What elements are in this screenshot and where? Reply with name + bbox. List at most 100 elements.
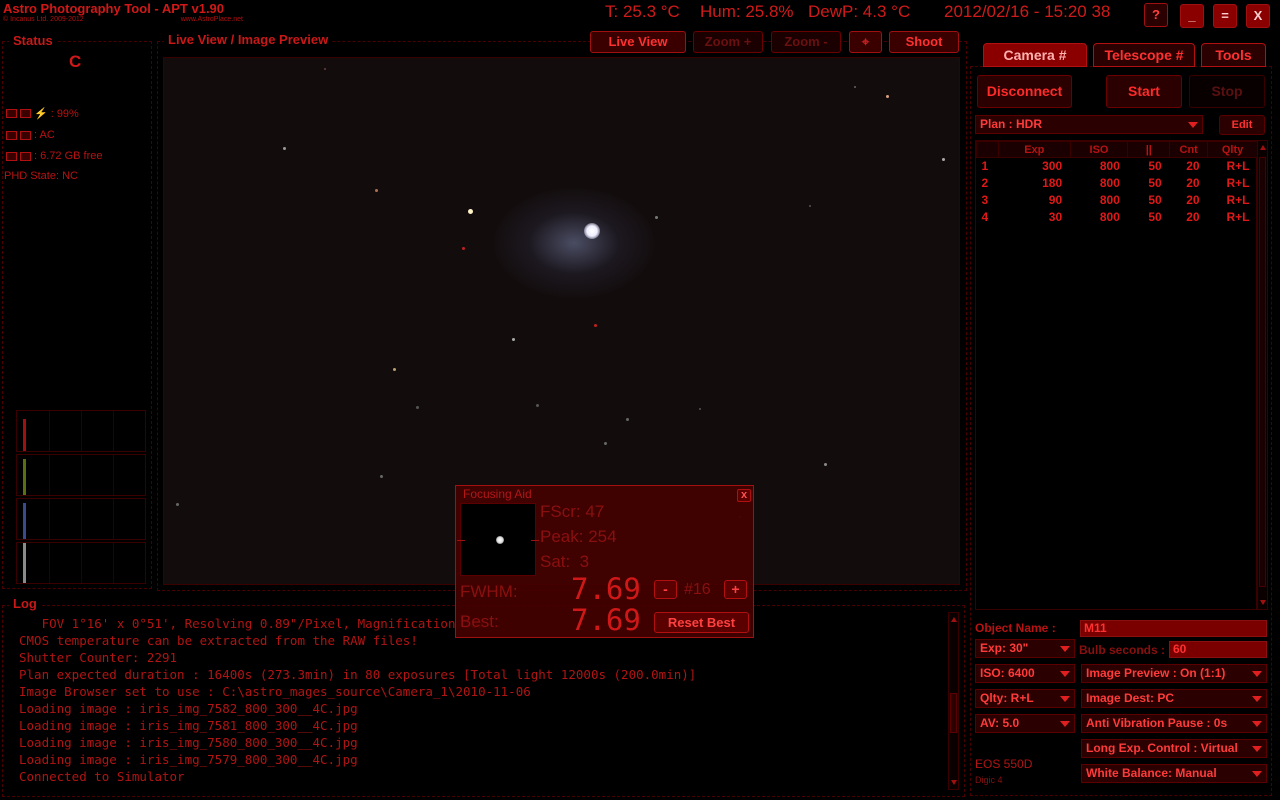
table-row[interactable]: 3 90 800 50 20 R+L	[977, 192, 1258, 209]
crosshair-button[interactable]: ⌖	[849, 31, 882, 53]
aperture-dropdown[interactable]: AV: 5.0	[975, 714, 1075, 733]
fwhm-plus-button[interactable]: +	[724, 580, 747, 599]
anti-vibration-dropdown[interactable]: Anti Vibration Pause : 0s	[1081, 714, 1267, 733]
chevron-down-icon	[1252, 721, 1262, 727]
bulb-seconds-input[interactable]: 60	[1169, 641, 1267, 658]
star	[536, 404, 539, 407]
iso-dropdown[interactable]: ISO: 6400	[975, 664, 1075, 683]
log-line: Shutter Counter: 2291	[19, 650, 178, 665]
cell: 50	[1148, 210, 1162, 224]
chevron-down-icon	[1060, 721, 1070, 727]
chevron-down-icon	[1252, 671, 1262, 677]
star	[824, 463, 827, 466]
object-name-input[interactable]: M11	[1080, 620, 1267, 637]
star	[468, 209, 473, 214]
exposure-dropdown[interactable]: Exp: 30"	[975, 639, 1075, 658]
chevron-down-icon	[1252, 696, 1262, 702]
star	[380, 475, 383, 478]
scroll-down-icon[interactable]	[951, 780, 957, 785]
plan-scrollbar[interactable]	[1257, 140, 1268, 610]
live-view-button[interactable]: Live View	[590, 31, 686, 53]
star	[594, 324, 597, 327]
cell: 800	[1099, 193, 1120, 207]
plan-dropdown[interactable]: Plan : HDR	[975, 115, 1203, 134]
col-header	[976, 141, 999, 158]
anti-vibration-value: Anti Vibration Pause : 0s	[1086, 716, 1228, 730]
zoom-in-button[interactable]: Zoom +	[693, 31, 763, 53]
cell: 800	[1099, 176, 1120, 190]
scroll-down-icon[interactable]	[1260, 600, 1266, 605]
star	[942, 158, 945, 161]
best-value: 7.69	[571, 603, 641, 637]
log-title: Log	[9, 596, 41, 611]
cell: 30	[1048, 210, 1063, 224]
long-exp-dropdown[interactable]: Long Exp. Control : Virtual	[1081, 739, 1267, 758]
focusing-aid-close-button[interactable]: x	[737, 489, 751, 502]
aperture-value: AV: 5.0	[980, 716, 1020, 730]
plan-table: Exp ISO || Cnt Qlty 1 300 800 50 20 R+L …	[976, 141, 1258, 226]
close-button[interactable]: X	[1246, 4, 1270, 28]
scroll-up-icon[interactable]	[951, 617, 957, 622]
image-dest-dropdown[interactable]: Image Dest: PC	[1081, 689, 1267, 708]
log-scrollbar[interactable]	[948, 612, 959, 790]
peak-value: Peak: 254	[540, 527, 617, 546]
col-header: Cnt	[1169, 141, 1209, 158]
start-button[interactable]: Start	[1106, 75, 1182, 108]
cell: 20	[1186, 159, 1200, 174]
chevron-down-icon	[1252, 771, 1262, 777]
disk-status: : 6.72 GB free	[6, 150, 102, 162]
star	[462, 247, 465, 250]
power-value: : AC	[34, 129, 55, 141]
tab-camera[interactable]: Camera #	[983, 43, 1087, 67]
fwhm-count: #16	[684, 581, 711, 598]
image-preview-dropdown[interactable]: Image Preview : On (1:1)	[1081, 664, 1267, 683]
tab-telescope[interactable]: Telescope #	[1093, 43, 1195, 67]
table-row[interactable]: 4 30 800 50 20 R+L	[977, 209, 1258, 226]
stop-button[interactable]: Stop	[1189, 75, 1265, 108]
camera-icon	[6, 130, 17, 140]
zoom-out-button[interactable]: Zoom -	[771, 31, 841, 53]
star	[416, 406, 419, 409]
help-button[interactable]: ?	[1144, 3, 1168, 27]
quality-dropdown[interactable]: Qlty: R+L	[975, 689, 1075, 708]
humidity-readout: Hum: 25.8%	[700, 2, 794, 21]
plan-edit-button[interactable]: Edit	[1219, 115, 1265, 135]
minimize-button[interactable]: _	[1180, 4, 1204, 28]
log-scroll-thumb[interactable]	[950, 693, 957, 733]
star	[854, 86, 856, 88]
quality-value: Qlty: R+L	[980, 691, 1034, 705]
reset-best-button[interactable]: Reset Best	[654, 612, 749, 633]
cell: 1	[981, 159, 989, 174]
star	[604, 442, 607, 445]
cell: 50	[1148, 176, 1162, 190]
tab-tools[interactable]: Tools	[1201, 43, 1266, 67]
camera-digic: Digic 4	[975, 775, 1003, 785]
star	[375, 189, 378, 192]
cell: 4	[981, 210, 989, 224]
shoot-button[interactable]: Shoot	[889, 31, 959, 53]
white-balance-dropdown[interactable]: White Balance: Manual	[1081, 764, 1267, 783]
cell: 20	[1186, 193, 1200, 207]
table-row[interactable]: 2 180 800 50 20 R+L	[977, 175, 1258, 192]
disconnect-button[interactable]: Disconnect	[977, 75, 1072, 108]
fwhm-minus-button[interactable]: -	[654, 580, 677, 599]
histogram-blue	[16, 498, 146, 540]
table-row[interactable]: 1 300 800 50 20 R+L	[977, 158, 1258, 175]
star	[886, 95, 889, 98]
crosshair-icon: ⌖	[861, 34, 870, 49]
temperature-readout: T: 25.3 °C	[605, 2, 680, 21]
col-header: Qlty	[1207, 141, 1258, 158]
datetime-readout: 2012/02/16 - 15:20 38	[944, 2, 1111, 21]
plan-selected: Plan : HDR	[980, 117, 1043, 131]
log-line: Image Browser set to use : C:\astro_mage…	[19, 684, 531, 699]
object-name-label: Object Name :	[975, 621, 1056, 635]
cell: 300	[1042, 159, 1063, 174]
star	[809, 205, 811, 207]
scroll-up-icon[interactable]	[1260, 145, 1266, 150]
fwhm-label: FWHM:	[460, 582, 518, 601]
focusing-aid-window: Focusing Aid x FScr: 47 Peak: 254 Sat: 3…	[455, 485, 754, 638]
log-line: Connected to Simulator	[19, 769, 185, 784]
maximize-button[interactable]: =	[1213, 4, 1237, 28]
white-balance-value: White Balance: Manual	[1086, 766, 1217, 780]
plan-scroll-thumb[interactable]	[1259, 157, 1266, 587]
